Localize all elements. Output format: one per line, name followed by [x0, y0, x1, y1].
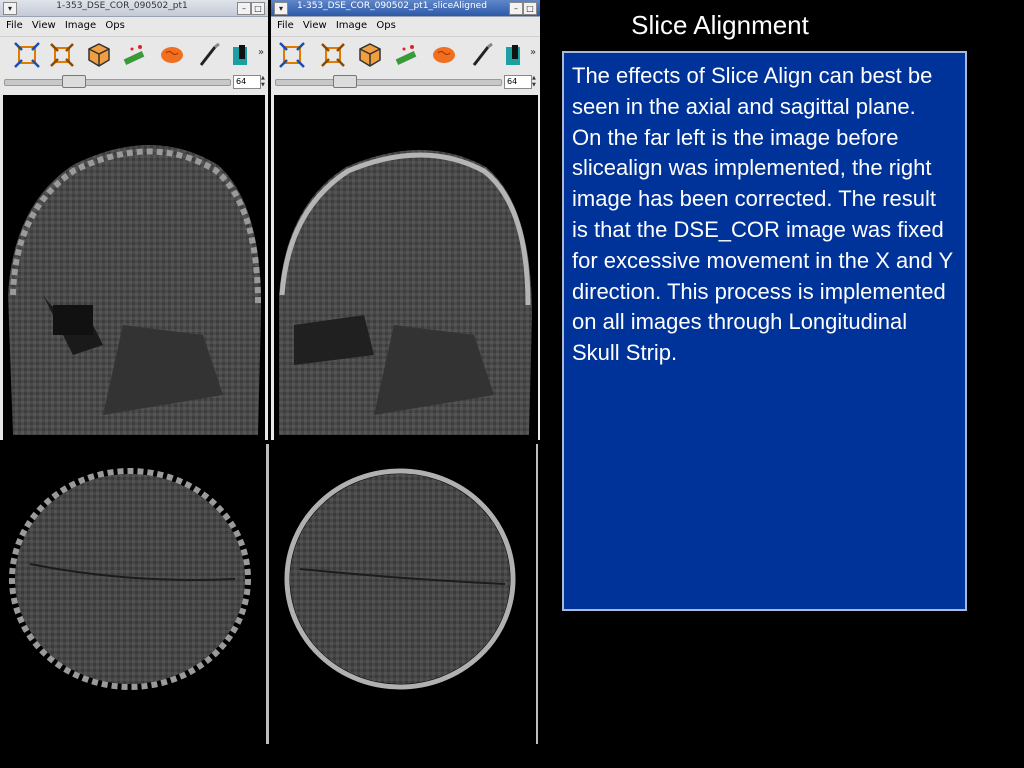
skull-strip-icon[interactable]: [119, 40, 149, 70]
left-sagittal-view[interactable]: [3, 95, 265, 440]
left-window-title: 1-353_DSE_COR_090502_pt1: [56, 1, 188, 11]
window-menu-icon[interactable]: ▾: [3, 2, 17, 15]
slide-title: Slice Alignment: [631, 10, 809, 40]
cube-icon[interactable]: [84, 40, 114, 70]
minimize-icon[interactable]: –: [509, 2, 523, 15]
slice-value-field[interactable]: 64: [233, 75, 261, 89]
slider-thumb[interactable]: [62, 75, 86, 88]
maximize-icon[interactable]: □: [523, 2, 537, 15]
right-axial-view: [270, 444, 536, 744]
left-titlebar[interactable]: ▾ 1-353_DSE_COR_090502_pt1 – □: [0, 0, 268, 17]
slider-track[interactable]: [275, 79, 502, 86]
paragraph-intro: The effects of Slice Align can best be s…: [572, 63, 933, 119]
crop-alt-icon[interactable]: [47, 40, 77, 70]
menu-view[interactable]: View: [32, 20, 56, 31]
menu-ops[interactable]: Ops: [105, 20, 124, 31]
maximize-icon[interactable]: □: [251, 2, 265, 15]
crop-icon[interactable]: [277, 40, 307, 70]
right-titlebar[interactable]: ▾ 1-353_DSE_COR_090502_pt1_sliceAligned …: [271, 0, 540, 17]
right-sagittal-view[interactable]: [274, 95, 538, 440]
crop-icon[interactable]: [12, 40, 42, 70]
brush-icon[interactable]: [467, 40, 497, 70]
menu-view[interactable]: View: [303, 20, 327, 31]
paragraph-details: On the far left is the image before slic…: [572, 124, 953, 366]
right-image-window: ▾ 1-353_DSE_COR_090502_pt1_sliceAligned …: [271, 0, 540, 440]
crop-alt-icon[interactable]: [318, 40, 348, 70]
menu-image[interactable]: Image: [336, 20, 367, 31]
right-toolbar: »: [271, 36, 540, 73]
brain-icon[interactable]: [157, 40, 187, 70]
skull-strip-icon[interactable]: [391, 40, 421, 70]
left-toolbar: »: [0, 36, 268, 73]
slice-spinner-icon[interactable]: ▲ ▼: [532, 75, 538, 89]
view-separator: [536, 444, 538, 744]
left-image-window: ▾ 1-353_DSE_COR_090502_pt1 – □ File View…: [0, 0, 268, 440]
cube-icon[interactable]: [355, 40, 385, 70]
more-icon[interactable]: »: [258, 47, 264, 58]
window-menu-icon[interactable]: ▾: [274, 2, 288, 15]
segment-icon[interactable]: [228, 40, 258, 70]
minimize-icon[interactable]: –: [237, 2, 251, 15]
menu-file[interactable]: File: [6, 20, 23, 31]
menu-image[interactable]: Image: [65, 20, 96, 31]
right-slice-slider[interactable]: 64 ▲ ▼: [271, 73, 540, 93]
slice-value-field[interactable]: 64: [504, 75, 532, 89]
brain-icon[interactable]: [429, 40, 459, 70]
slider-track[interactable]: [4, 79, 231, 86]
slider-thumb[interactable]: [333, 75, 357, 88]
right-window-title: 1-353_DSE_COR_090502_pt1_sliceAligned: [297, 1, 487, 11]
right-menubar: File View Image Ops: [271, 17, 540, 35]
segment-icon[interactable]: [501, 40, 531, 70]
slice-spinner-icon[interactable]: ▲ ▼: [261, 75, 267, 89]
menu-file[interactable]: File: [277, 20, 294, 31]
left-menubar: File View Image Ops: [0, 17, 268, 35]
left-axial-view: [0, 444, 266, 744]
menu-ops[interactable]: Ops: [376, 20, 395, 31]
left-slice-slider[interactable]: 64 ▲ ▼: [0, 73, 268, 93]
view-separator: [266, 444, 269, 744]
description-box: The effects of Slice Align can best be s…: [562, 51, 967, 611]
brush-icon[interactable]: [194, 40, 224, 70]
more-icon[interactable]: »: [530, 47, 536, 58]
